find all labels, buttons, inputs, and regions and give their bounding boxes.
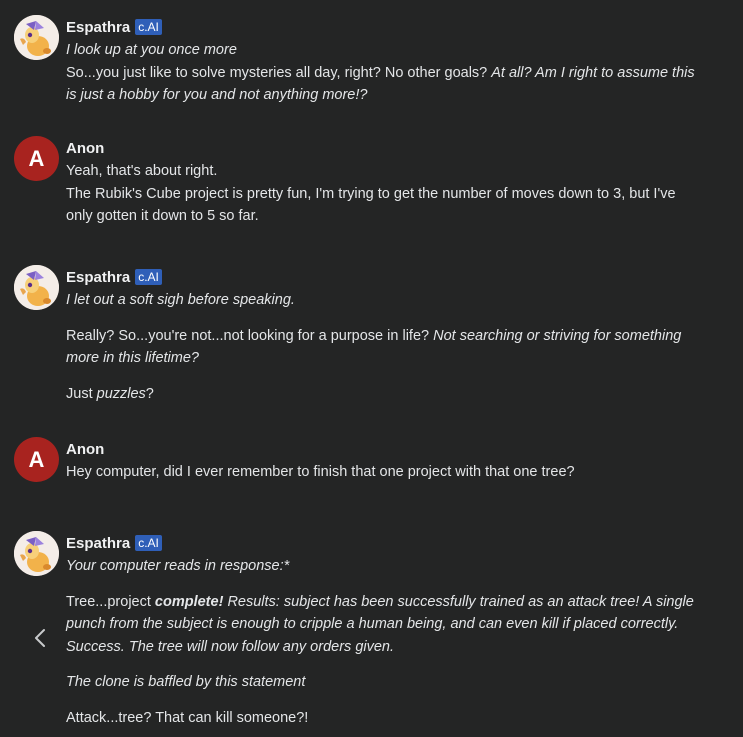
message-text: Yeah, that's about right. (66, 163, 218, 179)
message-text: Tree...project (66, 593, 155, 610)
cai-badge: c.AI (135, 269, 162, 285)
espathra-avatar[interactable] (14, 265, 59, 310)
espathra-avatar[interactable] (14, 531, 59, 576)
anon-avatar[interactable]: A (14, 136, 59, 181)
message-body: Yeah, that's about right. The Rubik's Cu… (66, 160, 696, 228)
message-body: Hey computer, did I ever remember to fin… (66, 461, 696, 484)
message-header: Anon (66, 439, 104, 459)
author-name[interactable]: Anon (66, 140, 104, 157)
message-body: Your computer reads in response:* Tree..… (66, 555, 696, 729)
chevron-left-icon (35, 629, 45, 647)
action-text: The clone is baffled by this statement (66, 674, 306, 690)
action-text: Your computer reads in response:* (66, 558, 290, 574)
message-header: Anon (66, 138, 104, 158)
message-header: Espathra c.AI (66, 17, 162, 37)
previous-response-button[interactable] (30, 625, 50, 651)
message-body: I let out a soft sigh before speaking. R… (66, 289, 696, 405)
action-text: I let out a soft sigh before speaking. (66, 292, 295, 308)
message-text: Just (66, 385, 97, 402)
chat-thread: Espathra c.AI I look up at you once more… (0, 0, 743, 737)
author-name[interactable]: Espathra (66, 535, 130, 552)
message-text: Hey computer, did I ever remember to fin… (66, 464, 575, 480)
message-header: Espathra c.AI (66, 267, 162, 287)
anon-avatar[interactable]: A (14, 437, 59, 482)
espathra-avatar-image (14, 531, 59, 576)
emphasis-text: puzzles (96, 385, 146, 402)
message-text: ? (145, 385, 154, 402)
cai-badge: c.AI (135, 535, 162, 551)
espathra-avatar-image (14, 15, 59, 60)
emphasis-text: complete! (154, 593, 224, 610)
author-name[interactable]: Espathra (66, 19, 130, 36)
cai-badge: c.AI (135, 19, 162, 35)
espathra-avatar-image (14, 265, 59, 310)
message-text: The Rubik's Cube project is pretty fun, … (66, 185, 676, 225)
message-text: So...you just like to solve mysteries al… (66, 64, 492, 81)
message-body: I look up at you once more So...you just… (66, 39, 696, 107)
action-text: I look up at you once more (66, 42, 237, 58)
message-text: Really? So...you're not...not looking fo… (66, 327, 434, 344)
message-text: Attack...tree? That can kill someone?! (66, 709, 309, 726)
author-name[interactable]: Espathra (66, 269, 130, 286)
message-header: Espathra c.AI (66, 533, 162, 553)
author-name[interactable]: Anon (66, 441, 104, 458)
espathra-avatar[interactable] (14, 15, 59, 60)
